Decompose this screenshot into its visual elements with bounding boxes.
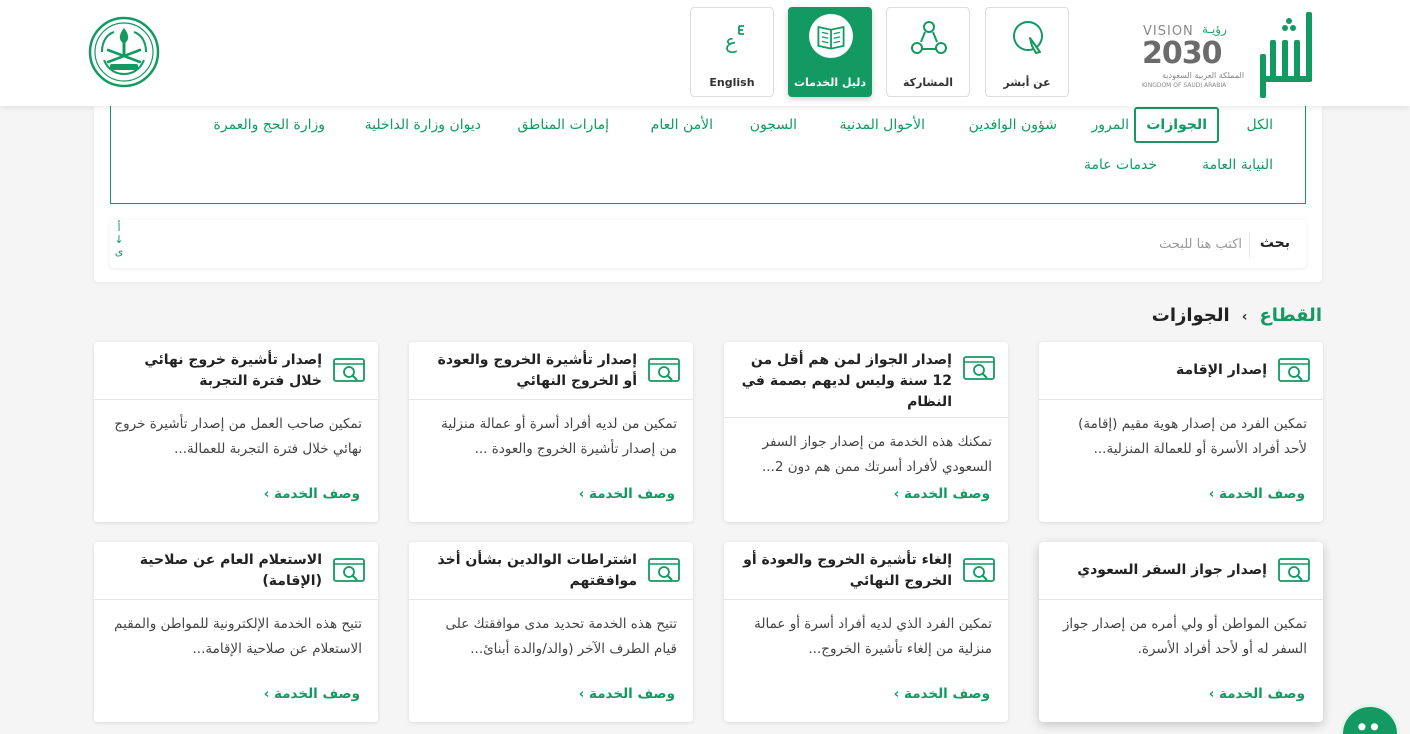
- category-hajj-umrah[interactable]: وزارة الحج والعمرة: [214, 117, 325, 133]
- vision-arabic: رؤيـة: [1202, 22, 1227, 36]
- service-card[interactable]: إلغاء تأشيرة الخروج والعودة أو الخروج ال…: [724, 542, 1008, 722]
- category-interior-diwan[interactable]: ديوان وزارة الداخلية: [365, 117, 481, 133]
- card-description: تمكين المواطن أو ولي أمره من إصدار جواز …: [1062, 616, 1307, 657]
- service-description-link[interactable]: وصف الخدمة ›: [894, 486, 990, 502]
- card-description: تمكين من لديه أفراد أسرة أو عمالة منزلية…: [441, 416, 677, 457]
- search-document-icon: [1278, 358, 1310, 382]
- service-card[interactable]: إصدار جواز السفر السعودي تمكين المواطن أ…: [1039, 542, 1323, 722]
- card-description: تمكنك هذه الخدمة من إصدار جواز السفر الس…: [761, 434, 992, 475]
- service-description-link[interactable]: وصف الخدمة ›: [1209, 686, 1305, 702]
- search-divider: [1249, 232, 1250, 258]
- card-title: إصدار جواز السفر السعودي: [1077, 562, 1267, 578]
- search-document-icon: [963, 558, 995, 582]
- card-header: إلغاء تأشيرة الخروج والعودة أو الخروج ال…: [724, 542, 1008, 600]
- card-header: إصدار الإقامة: [1039, 342, 1323, 400]
- breadcrumb: القطاع › الجوازات: [1152, 305, 1322, 326]
- service-card[interactable]: إصدار تأشيرة خروج نهائي خلال فترة التجرب…: [94, 342, 378, 522]
- card-description: تمكين الفرد الذي لديه أفراد أسرة أو عمال…: [754, 616, 992, 657]
- search-input[interactable]: [242, 230, 1242, 258]
- card-title: إلغاء تأشيرة الخروج والعودة أو الخروج ال…: [743, 552, 952, 589]
- kingdom-name-en: KINGDOM OF SAUDI ARABIA: [1142, 82, 1227, 89]
- card-title: اشتراطات الوالدين بشأن أخذ موافقتهم: [437, 552, 637, 589]
- search-document-icon: [333, 558, 365, 582]
- chevron-left-icon: ›: [1241, 309, 1248, 325]
- service-card[interactable]: اشتراطات الوالدين بشأن أخذ موافقتهم تتيح…: [409, 542, 693, 722]
- chatbot-button[interactable]: [1340, 704, 1400, 734]
- category-all[interactable]: الكل: [1247, 117, 1274, 133]
- service-card[interactable]: إصدار تأشيرة الخروج والعودة أو الخروج ال…: [409, 342, 693, 522]
- service-description-link[interactable]: وصف الخدمة ›: [894, 686, 990, 702]
- absher-logo-icon: [1260, 12, 1312, 98]
- service-description-link[interactable]: وصف الخدمة ›: [1209, 486, 1305, 502]
- breadcrumb-current: الجوازات: [1151, 305, 1230, 326]
- card-description: تتيح هذه الخدمة الإلكترونية للمواطن والم…: [114, 616, 362, 657]
- service-description-link[interactable]: وصف الخدمة ›: [264, 486, 360, 502]
- search-label: بحث: [1259, 235, 1290, 251]
- service-description-link[interactable]: وصف الخدمة ›: [579, 686, 675, 702]
- search-document-icon: [333, 358, 365, 382]
- service-description-link[interactable]: وصف الخدمة ›: [579, 486, 675, 502]
- category-passports[interactable]: الجوازات: [1134, 107, 1219, 143]
- share-network-icon: [911, 21, 947, 54]
- card-header: إصدار الجواز لمن هم أقل من 12 سنة وليس ل…: [724, 342, 1008, 418]
- nav-tab-english[interactable]: ع English: [690, 7, 774, 97]
- book-icon: [817, 26, 845, 50]
- card-description: تمكين صاحب العمل من إصدار تأشيرة خروج نه…: [114, 416, 362, 457]
- category-public-security[interactable]: الأمن العام: [651, 117, 713, 133]
- ministry-emblem-icon[interactable]: [88, 16, 160, 88]
- card-header: إصدار تأشيرة خروج نهائي خلال فترة التجرب…: [94, 342, 378, 400]
- vision-2030-logo: VISION رؤيـة 2030 المملكة العربية السعود…: [1140, 22, 1252, 94]
- card-header: إصدار جواز السفر السعودي: [1039, 542, 1323, 600]
- card-description: تمكين الفرد من إصدار هوية مقيم (إقامة) ل…: [1078, 416, 1307, 457]
- search-document-icon: [648, 358, 680, 382]
- card-title: إصدار الإقامة: [1176, 362, 1267, 378]
- chatbot-face-icon: [1358, 723, 1379, 731]
- breadcrumb-root[interactable]: القطاع: [1260, 305, 1322, 326]
- card-title: إصدار تأشيرة خروج نهائي خلال فترة التجرب…: [144, 352, 322, 389]
- language-icon: ع: [725, 25, 744, 53]
- search-document-icon: [963, 356, 995, 380]
- nav-tab-about[interactable]: عن أبشر: [985, 7, 1069, 97]
- category-expat-affairs[interactable]: شؤون الوافدين: [969, 117, 1057, 133]
- sort-alpha-icon[interactable]: أ ↓ ى: [112, 222, 126, 268]
- category-regional-emirates[interactable]: إمارات المناطق: [518, 117, 610, 133]
- filter-panel: الكل الجوازات المرور شؤون الوافدين الأحو…: [94, 96, 1322, 282]
- nav-tab-label: دليل الخدمات: [793, 76, 867, 89]
- service-card[interactable]: إصدار الإقامة تمكين الفرد من إصدار هوية …: [1039, 342, 1323, 522]
- category-traffic[interactable]: المرور: [1092, 117, 1130, 133]
- search-document-icon: [648, 558, 680, 582]
- category-prisons[interactable]: السجون: [750, 117, 797, 133]
- service-description-link[interactable]: وصف الخدمة ›: [264, 686, 360, 702]
- card-header: الاستعلام العام عن صلاحية (الإقامة): [94, 542, 378, 600]
- nav-tab-service-guide[interactable]: دليل الخدمات: [788, 7, 872, 97]
- brand-logo[interactable]: VISION رؤيـة 2030 المملكة العربية السعود…: [1140, 8, 1320, 98]
- service-card[interactable]: إصدار الجواز لمن هم أقل من 12 سنة وليس ل…: [724, 342, 1008, 522]
- card-description: تتيح هذه الخدمة تحديد مدى موافقتك على قي…: [445, 616, 677, 657]
- category-civil-affairs[interactable]: الأحوال المدنية: [840, 117, 926, 133]
- header: VISION رؤيـة 2030 المملكة العربية السعود…: [0, 0, 1410, 106]
- nav-tab-label: English: [709, 76, 755, 89]
- kingdom-name-ar: المملكة العربية السعودية: [1162, 71, 1245, 80]
- vision-year: 2030: [1142, 36, 1222, 71]
- sort-glyph: ى: [114, 245, 124, 258]
- service-card[interactable]: الاستعلام العام عن صلاحية (الإقامة) تتيح…: [94, 542, 378, 722]
- cursor-click-icon: [1013, 21, 1043, 54]
- nav-tab-label: عن أبشر: [1003, 76, 1051, 89]
- card-title: إصدار الجواز لمن هم أقل من 12 سنة وليس ل…: [741, 352, 952, 410]
- card-header: اشتراطات الوالدين بشأن أخذ موافقتهم: [409, 542, 693, 600]
- svg-text:ع: ع: [725, 29, 737, 53]
- card-header: إصدار تأشيرة الخروج والعودة أو الخروج ال…: [409, 342, 693, 400]
- category-box: الكل الجوازات المرور شؤون الوافدين الأحو…: [110, 96, 1306, 204]
- nav-tab-label: المشاركة: [903, 76, 953, 89]
- card-title: الاستعلام العام عن صلاحية (الإقامة): [139, 552, 322, 589]
- category-general-services[interactable]: خدمات عامة: [1084, 157, 1157, 173]
- search-bar: بحث أ ↓ ى: [110, 220, 1306, 268]
- category-public-prosecution[interactable]: النيابة العامة: [1202, 157, 1273, 173]
- nav-tab-participation[interactable]: المشاركة: [886, 7, 970, 97]
- search-document-icon: [1278, 558, 1310, 582]
- card-title: إصدار تأشيرة الخروج والعودة أو الخروج ال…: [437, 352, 637, 389]
